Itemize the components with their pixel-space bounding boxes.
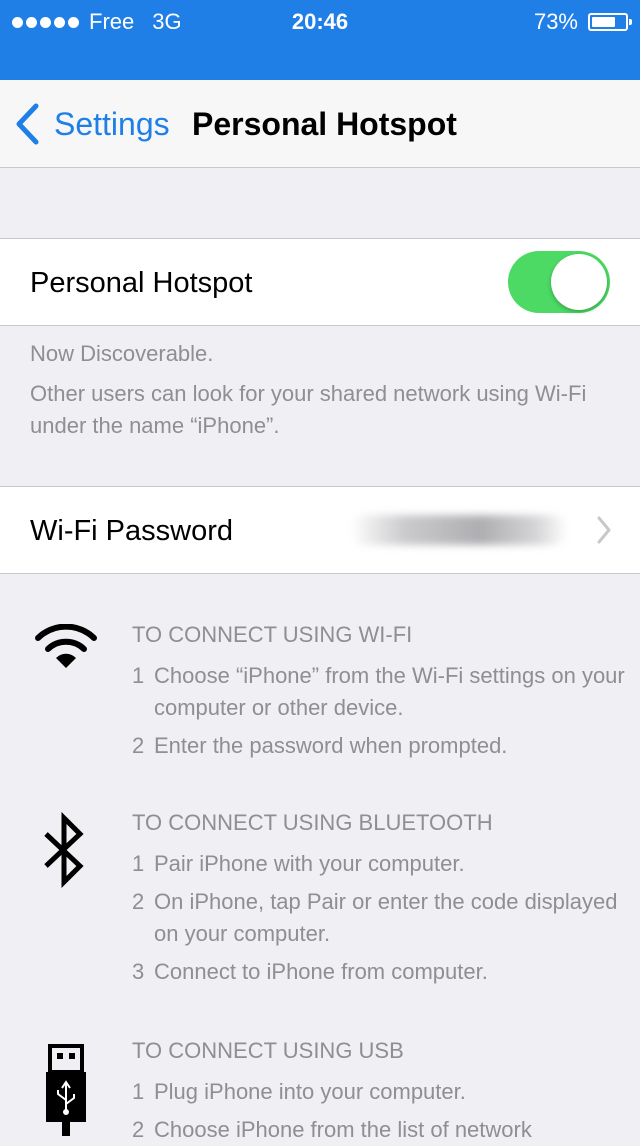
step-number: 1 bbox=[132, 1079, 145, 1104]
wifi-icon bbox=[35, 624, 97, 668]
bluetooth-step: 2 On iPhone, tap Pair or enter the code … bbox=[132, 886, 632, 950]
battery-icon bbox=[588, 13, 632, 31]
step-number: 2 bbox=[132, 889, 145, 914]
step-number: 2 bbox=[132, 1117, 145, 1142]
personal-hotspot-toggle[interactable] bbox=[508, 251, 610, 313]
back-chevron-icon bbox=[16, 103, 39, 145]
step-number: 3 bbox=[132, 959, 145, 984]
wifi-step: 1 Choose “iPhone” from the Wi-Fi setting… bbox=[132, 660, 632, 724]
battery-fill bbox=[592, 17, 615, 27]
page-title: Personal Hotspot bbox=[192, 106, 457, 142]
step-text: Connect to iPhone from computer. bbox=[154, 959, 488, 984]
back-label: Settings bbox=[54, 105, 170, 142]
step-number: 2 bbox=[132, 733, 145, 758]
step-text: Pair iPhone with your computer. bbox=[154, 851, 465, 876]
status-bar: Free 3G 20:46 73% bbox=[0, 0, 640, 80]
personal-hotspot-label: Personal Hotspot bbox=[30, 267, 253, 299]
navigation-bar: Settings Personal Hotspot bbox=[0, 80, 640, 168]
step-text: Choose iPhone from the list of network bbox=[154, 1117, 532, 1142]
toggle-knob bbox=[551, 254, 607, 310]
status-right: 73% bbox=[533, 8, 632, 36]
back-button[interactable]: Settings bbox=[14, 100, 170, 148]
discoverable-status: Now Discoverable. bbox=[30, 341, 214, 366]
wifi-step: 2 Enter the password when prompted. bbox=[132, 730, 632, 762]
bluetooth-step: 1 Pair iPhone with your computer. bbox=[132, 848, 632, 880]
wifi-password-cell[interactable]: Wi-Fi Password bbox=[0, 486, 640, 574]
step-text: Enter the password when prompted. bbox=[154, 733, 508, 758]
usb-instructions: TO CONNECT USING USB 1 Plug iPhone into … bbox=[132, 1032, 632, 1146]
usb-instructions-heading: TO CONNECT USING USB bbox=[132, 1038, 404, 1063]
bluetooth-instructions-heading: TO CONNECT USING BLUETOOTH bbox=[132, 810, 493, 835]
wifi-instructions-heading: TO CONNECT USING WI-FI bbox=[132, 622, 413, 647]
step-text: Choose “iPhone” from the Wi-Fi settings … bbox=[154, 663, 625, 720]
bluetooth-icon bbox=[44, 812, 84, 889]
chevron-right-icon bbox=[597, 516, 611, 544]
step-text: Plug iPhone into your computer. bbox=[154, 1079, 466, 1104]
wifi-password-value bbox=[350, 515, 568, 545]
wifi-instructions: TO CONNECT USING WI-FI 1 Choose “iPhone”… bbox=[132, 616, 632, 762]
usb-icon bbox=[46, 1044, 86, 1136]
wifi-password-label: Wi-Fi Password bbox=[30, 515, 234, 547]
bluetooth-instructions: TO CONNECT USING BLUETOOTH 1 Pair iPhone… bbox=[132, 804, 632, 988]
step-text: On iPhone, tap Pair or enter the code di… bbox=[154, 889, 618, 946]
hotspot-description: Other users can look for your shared net… bbox=[30, 381, 587, 438]
personal-hotspot-cell: Personal Hotspot bbox=[0, 238, 640, 326]
step-number: 1 bbox=[132, 663, 145, 688]
step-number: 1 bbox=[132, 851, 145, 876]
usb-step: 1 Plug iPhone into your computer. bbox=[132, 1076, 632, 1108]
usb-step: 2 Choose iPhone from the list of network bbox=[132, 1114, 632, 1146]
battery-percent: 73% bbox=[533, 9, 578, 34]
bluetooth-step: 3 Connect to iPhone from computer. bbox=[132, 956, 632, 988]
